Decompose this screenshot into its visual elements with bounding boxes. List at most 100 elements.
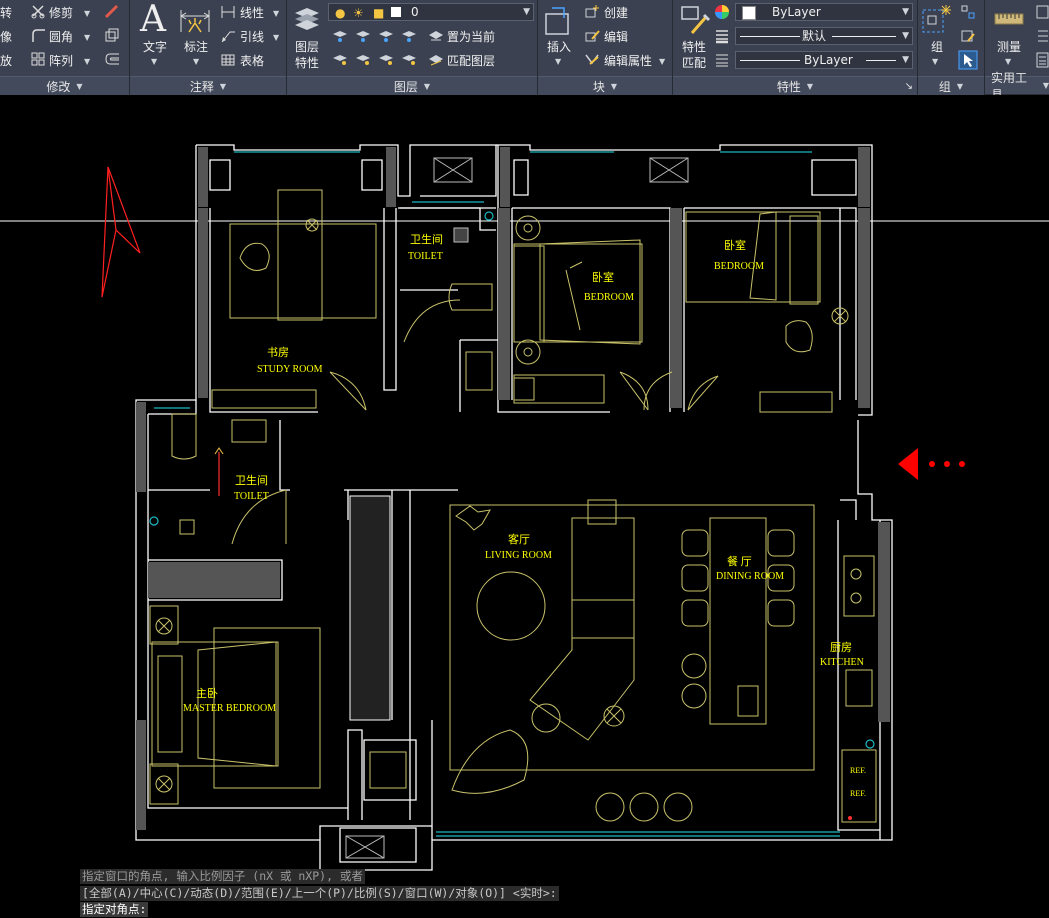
- lineweight-dropdown[interactable]: 默认 ▼: [735, 27, 913, 45]
- edit-block-icon: [585, 30, 600, 42]
- match-properties-label-2[interactable]: 匹配: [677, 55, 711, 71]
- linear-dimension-icon: [221, 6, 235, 18]
- edit-attributes-button[interactable]: 编辑属性: [604, 54, 652, 68]
- bedroom2-en: BEDROOM: [714, 261, 765, 272]
- table-button[interactable]: 表格: [240, 54, 264, 68]
- group-icon[interactable]: [920, 3, 954, 37]
- block-group-footer[interactable]: 块 ▼: [538, 76, 672, 95]
- toilet-left-cn: 卫生间: [235, 475, 268, 487]
- dining-cn: 餐 厅: [727, 556, 752, 568]
- drawing-canvas[interactable]: 卫生间 TOILET 卧室 BEDROOM 卧室 BEDROOM 书房 STUD…: [0, 95, 1049, 918]
- properties-group-footer[interactable]: 特性 ▼ ↘: [673, 76, 917, 95]
- layer-tools-row1-icon[interactable]: [332, 27, 422, 43]
- offset-icon[interactable]: [103, 51, 121, 67]
- kitchen-cn: 厨房: [830, 642, 852, 654]
- array-dropdown-icon[interactable]: ▼: [84, 55, 90, 69]
- fillet-button[interactable]: 圆角: [49, 30, 73, 44]
- insert-block-icon[interactable]: [542, 4, 574, 38]
- match-layer-button[interactable]: 匹配图层: [447, 54, 495, 68]
- scale-button[interactable]: 放: [0, 54, 12, 68]
- measure-dropdown-icon[interactable]: ▼: [1005, 55, 1011, 69]
- match-properties-icon[interactable]: [678, 3, 712, 37]
- kitchen-en: KITCHEN: [820, 657, 864, 668]
- layer-dropdown[interactable]: ● ☀ ■ 0 ▼: [328, 3, 534, 21]
- lineweight-line-right: [832, 36, 896, 37]
- layers-group-footer[interactable]: 图层 ▼: [287, 76, 537, 95]
- dimension-icon[interactable]: [178, 4, 212, 36]
- lineweight-value: 默认: [802, 29, 827, 43]
- erase-icon[interactable]: [103, 3, 121, 19]
- layer-properties-label-1[interactable]: 图层: [290, 39, 324, 55]
- dimension-dropdown-icon[interactable]: ▼: [193, 55, 199, 69]
- leader-icon: [221, 31, 235, 43]
- linear-button[interactable]: 线性: [240, 6, 264, 20]
- color-value: ByLayer: [772, 5, 821, 19]
- fillet-dropdown-icon[interactable]: ▼: [84, 31, 90, 45]
- current-layer-name: 0: [411, 5, 419, 19]
- array-button[interactable]: 阵列: [49, 54, 73, 68]
- modify-group-footer[interactable]: 修改 ▼: [0, 76, 129, 95]
- groups-group-footer[interactable]: 组 ▼: [918, 76, 984, 95]
- dining-en: DINING ROOM: [716, 571, 785, 582]
- command-history-line-2: [全部(A)/中心(C)/动态(D)/范围(E)/上一个(P)/比例(S)/窗口…: [80, 886, 559, 901]
- lineweight-dropdown-arrow-icon: ▼: [902, 31, 909, 41]
- master-en: MASTER BEDROOM: [183, 703, 277, 714]
- quick-select-icon[interactable]: [1036, 4, 1049, 20]
- group-edit-icon[interactable]: [960, 28, 976, 44]
- layer-tools-row2-icon[interactable]: [332, 51, 422, 67]
- toilet-top-cn: 卫生间: [410, 234, 443, 246]
- text-tool-icon[interactable]: A: [140, 0, 166, 40]
- toilet-left-en: TOILET: [234, 491, 269, 502]
- set-current-button[interactable]: 置为当前: [447, 30, 495, 44]
- linetype-dropdown[interactable]: ByLayer ▼: [735, 51, 913, 69]
- properties-dialog-launcher-icon[interactable]: ↘: [905, 81, 913, 92]
- layer-properties-label-2[interactable]: 特性: [290, 55, 324, 71]
- utilities-group-footer[interactable]: 实用工具▼: [985, 71, 1049, 102]
- insert-dropdown-icon[interactable]: ▼: [555, 55, 561, 69]
- group-selection-icon[interactable]: [958, 50, 978, 70]
- lineweight-icon: [716, 30, 728, 44]
- create-block-button[interactable]: 创建: [604, 6, 628, 20]
- insert-label[interactable]: 插入: [542, 39, 576, 55]
- mirror-button[interactable]: 像: [0, 30, 12, 44]
- measure-icon[interactable]: [993, 6, 1025, 34]
- group-dropdown-icon[interactable]: ▼: [932, 55, 938, 69]
- edit-attributes-icon: [585, 54, 599, 65]
- layer-properties-icon[interactable]: [292, 3, 322, 37]
- measure-label[interactable]: 测量: [993, 39, 1025, 55]
- match-properties-label-1[interactable]: 特性: [677, 39, 711, 55]
- color-dropdown[interactable]: ByLayer ▼: [735, 3, 913, 21]
- bedroom1-cn: 卧室: [592, 272, 614, 284]
- trim-dropdown-icon[interactable]: ▼: [84, 7, 90, 21]
- text-dropdown-icon[interactable]: ▼: [151, 55, 157, 69]
- layer-unlock-icon: ■: [373, 6, 385, 20]
- color-wheel-icon: [715, 5, 729, 19]
- text-tool-label[interactable]: 文字: [140, 39, 170, 55]
- lineweight-line: [740, 36, 800, 37]
- leader-dropdown-icon[interactable]: ▼: [273, 31, 279, 45]
- toilet-top-en: TOILET: [408, 251, 443, 262]
- linetype-value: ByLayer: [804, 53, 853, 67]
- trim-button[interactable]: 修剪: [49, 6, 73, 20]
- command-prompt[interactable]: 指定对角点:: [80, 902, 149, 917]
- calculator-icon[interactable]: [1036, 52, 1049, 68]
- group-label[interactable]: 组: [922, 39, 952, 55]
- master-cn: 主卧: [196, 688, 218, 700]
- edit-attributes-dropdown-icon[interactable]: ▼: [659, 55, 665, 69]
- layer-color-swatch: [391, 7, 401, 17]
- bedroom2-cn: 卧室: [724, 240, 746, 252]
- linetype-icon: [716, 54, 728, 67]
- leader-button[interactable]: 引线: [240, 30, 264, 44]
- study-en: STUDY ROOM: [257, 364, 323, 375]
- bedroom1-en: BEDROOM: [584, 292, 635, 303]
- living-en: LIVING ROOM: [485, 550, 552, 561]
- copy-icon[interactable]: [103, 27, 121, 43]
- dimension-label[interactable]: 标注: [180, 39, 212, 55]
- rotate-button[interactable]: 转: [0, 6, 12, 20]
- id-point-icon[interactable]: [1036, 28, 1049, 44]
- ungroup-icon[interactable]: [960, 4, 976, 20]
- edit-block-button[interactable]: 编辑: [604, 30, 628, 44]
- linear-dropdown-icon[interactable]: ▼: [273, 7, 279, 21]
- linetype-dropdown-arrow-icon: ▼: [902, 55, 909, 65]
- annotation-group-footer[interactable]: 注释 ▼: [130, 76, 286, 95]
